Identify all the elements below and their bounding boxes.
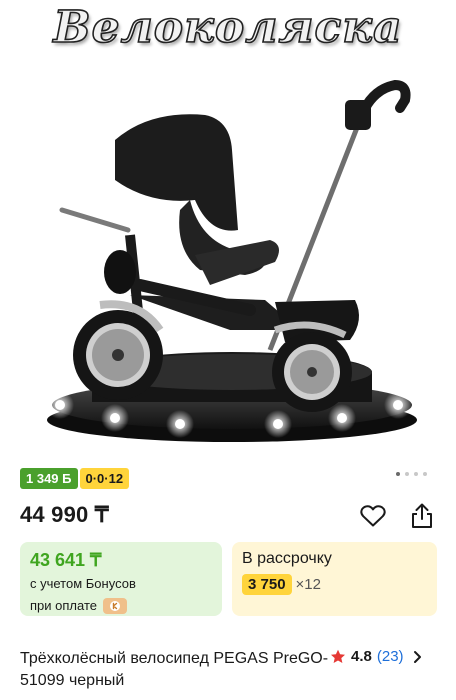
pay-note: при оплате: [30, 598, 97, 613]
installment-badge: 0·0·12: [79, 468, 130, 489]
heart-icon: [360, 505, 386, 527]
image-caption: Велоколяска: [53, 1, 403, 54]
bonus-badge: 1 349 Б: [20, 468, 78, 489]
kaspi-icon: [102, 598, 127, 614]
gallery-dot[interactable]: [396, 472, 400, 476]
installment-row: 3 750 ×12: [242, 574, 427, 595]
chevron-right-icon: [413, 650, 421, 663]
bonus-note: с учетом Бонусов: [30, 576, 136, 591]
star-icon: [331, 649, 345, 663]
installment-label: В рассрочку: [242, 550, 332, 567]
gallery-dot[interactable]: [414, 472, 418, 476]
pay-note-row: при оплате: [30, 597, 212, 615]
reviews-count-link[interactable]: (23): [377, 648, 404, 665]
rating-value: 4.8: [351, 648, 372, 665]
share-icon: [412, 503, 432, 528]
installment-amount: 3 750: [242, 574, 292, 595]
product-rating[interactable]: 4.8 (23): [330, 648, 422, 665]
installment-card[interactable]: В рассрочку 3 750 ×12: [232, 542, 437, 616]
bonus-price-card[interactable]: 43 641 ₸ с учетом Бонусов при оплате: [20, 542, 222, 616]
product-title: Трёхколёсный велосипед PEGAS PreGO-51099…: [20, 650, 329, 689]
share-button[interactable]: [406, 500, 438, 532]
favorite-button[interactable]: [357, 500, 389, 532]
gallery-pagination: [396, 472, 427, 476]
bonus-price: 43 641 ₸: [30, 550, 102, 570]
product-image-gallery[interactable]: Велоколяска: [0, 0, 456, 460]
product-price: 44 990 ₸: [20, 502, 109, 527]
gallery-dot[interactable]: [423, 472, 427, 476]
installment-months: ×12: [295, 576, 321, 593]
product-photo: [46, 79, 417, 442]
gallery-dot[interactable]: [405, 472, 409, 476]
promo-badges: 1 349 Б 0·0·12: [20, 468, 130, 489]
